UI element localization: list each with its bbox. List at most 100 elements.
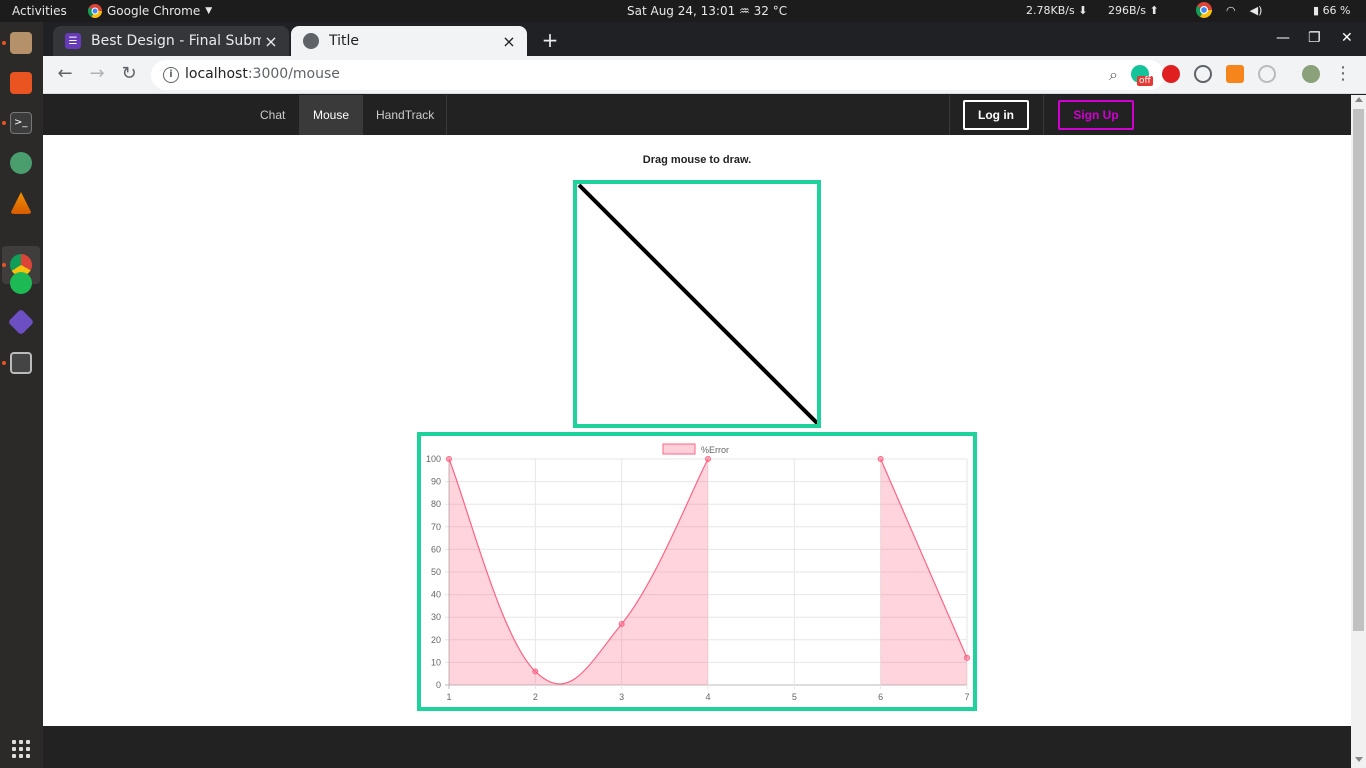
tab-best-design[interactable]: ☰ Best Design - Final Submis × [53,26,289,56]
react-devtools-icon[interactable] [1258,65,1276,83]
close-window-icon[interactable]: ✕ [1341,30,1353,46]
clock-text: Sat Aug 24, 13:01 [627,4,736,18]
net-up-text: 296B/s [1108,4,1146,17]
extension-badge: off [1137,76,1153,86]
metamask-extension-icon[interactable] [1226,65,1244,83]
minimize-icon[interactable]: — [1276,30,1290,46]
scroll-thumb[interactable] [1353,109,1364,631]
running-indicator [2,121,6,125]
net-up: 296B/s ⬆ [1108,4,1159,17]
net-down: 2.78KB/s ⬇ [1026,4,1087,17]
list-icon: ☰ [65,33,81,49]
close-icon[interactable]: × [499,32,519,51]
x-tick-label: 3 [619,692,624,702]
nav-handtrack[interactable]: HandTrack [362,95,448,135]
legend-label: %Error [701,445,729,455]
maximize-icon[interactable]: ❐ [1308,30,1321,46]
draw-instruction: Drag mouse to draw. [642,154,752,166]
login-button[interactable]: Log in [963,100,1029,130]
weather-icon: ♒ [739,4,750,18]
y-tick-label: 80 [431,499,441,509]
clock[interactable]: Sat Aug 24, 13:01 ♒ 32 °C [627,4,787,18]
new-tab-button[interactable]: + [537,30,563,52]
tab-title: Best Design - Final Submis [91,33,261,49]
chrome-tray-icon [1196,2,1212,18]
app-name: Google Chrome [107,4,201,18]
battery-icon: ▮ [1313,4,1320,17]
y-tick-label: 100 [426,454,441,464]
site-navbar: Chat Mouse HandTrack Log in Sign Up [43,95,1351,135]
screen-recorder-icon[interactable] [10,352,32,374]
menu-icon[interactable]: ⋮ [1333,64,1353,84]
y-tick-label: 70 [431,522,441,532]
data-point [618,620,625,627]
vlc-icon[interactable] [10,192,32,214]
nav-chat[interactable]: Chat [246,95,299,135]
stroke-line [577,183,820,426]
site-footer [43,726,1351,768]
speedometer-extension-icon[interactable] [1194,65,1212,83]
error-chart-container: 0 10 20 30 40 50 60 70 80 90 100 1 2 3 4 5 6 7 %Error [417,432,977,711]
profile-avatar[interactable] [1302,65,1320,83]
software-center-icon[interactable] [10,72,32,94]
system-tray[interactable]: ◠ ◀) [1196,2,1262,18]
adblock-extension-icon[interactable] [1162,65,1180,83]
arrow-up-icon: ⬆ [1149,4,1159,17]
arrow-down-icon: ⬇ [1078,4,1088,17]
forward-icon[interactable]: → [87,64,107,84]
nav-mouse[interactable]: Mouse [299,95,364,135]
x-tick-label: 2 [533,692,538,702]
x-tick-label: 6 [878,692,883,702]
files-icon[interactable] [10,32,32,54]
chrome-icon [88,4,102,18]
activities-button[interactable]: Activities [12,4,67,18]
atom-icon[interactable] [10,152,32,174]
tab-title: Title [329,33,360,49]
drawn-stroke [577,183,820,426]
battery[interactable]: ▮ 66 % [1313,4,1351,17]
chevron-down-icon: ▼ [205,6,213,16]
address-bar[interactable]: i localhost:3000/mouse ⌕ ☆ [151,60,1164,90]
y-tick-label: 0 [436,680,441,690]
close-icon[interactable]: × [261,32,281,51]
battery-text: 66 % [1322,4,1351,17]
dock: >_ [0,22,43,768]
y-tick-label: 20 [431,635,441,645]
y-tick-label: 60 [431,544,441,554]
data-point [446,456,452,462]
spotify-icon[interactable] [10,272,32,294]
globe-icon [303,33,319,49]
url-host: localhost [185,66,248,82]
signup-button[interactable]: Sign Up [1058,100,1134,130]
y-tick-label: 50 [431,567,441,577]
data-point [705,456,711,462]
info-icon[interactable]: i [163,67,179,83]
legend-swatch [662,443,696,455]
tab-strip: ☰ Best Design - Final Submis × Title × +… [43,22,1366,56]
tab-title-active[interactable]: Title × [291,26,527,56]
zoom-icon[interactable]: ⌕ [1109,65,1118,85]
video-editor-icon[interactable] [7,308,35,336]
y-tick-label: 10 [431,657,441,667]
system-top-bar: Activities Google Chrome ▼ Sat Aug 24, 1… [0,0,1366,22]
terminal-icon[interactable]: >_ [10,112,32,134]
x-tick-label: 4 [705,692,710,702]
y-tick-label: 30 [431,612,441,622]
show-apps-icon[interactable] [12,740,30,758]
drawing-canvas[interactable] [573,180,821,428]
running-indicator [2,41,6,45]
net-down-text: 2.78KB/s [1026,4,1075,17]
scroll-up-arrow[interactable] [1355,97,1363,102]
weather-text: 32 °C [753,4,788,18]
url-text: localhost:3000/mouse [185,66,340,82]
page-scrollbar[interactable] [1351,95,1366,768]
scroll-down-arrow[interactable] [1355,757,1363,762]
running-indicator [2,263,6,267]
error-chart: 0 10 20 30 40 50 60 70 80 90 100 1 2 3 4 5 6 7 %Error [426,443,970,702]
app-menu[interactable]: Google Chrome ▼ [88,4,212,18]
reload-icon[interactable]: ↻ [119,64,139,84]
data-point [877,456,884,462]
wifi-icon: ◠ [1226,3,1236,17]
volume-icon: ◀) [1249,3,1263,17]
back-icon[interactable]: ← [55,64,75,84]
